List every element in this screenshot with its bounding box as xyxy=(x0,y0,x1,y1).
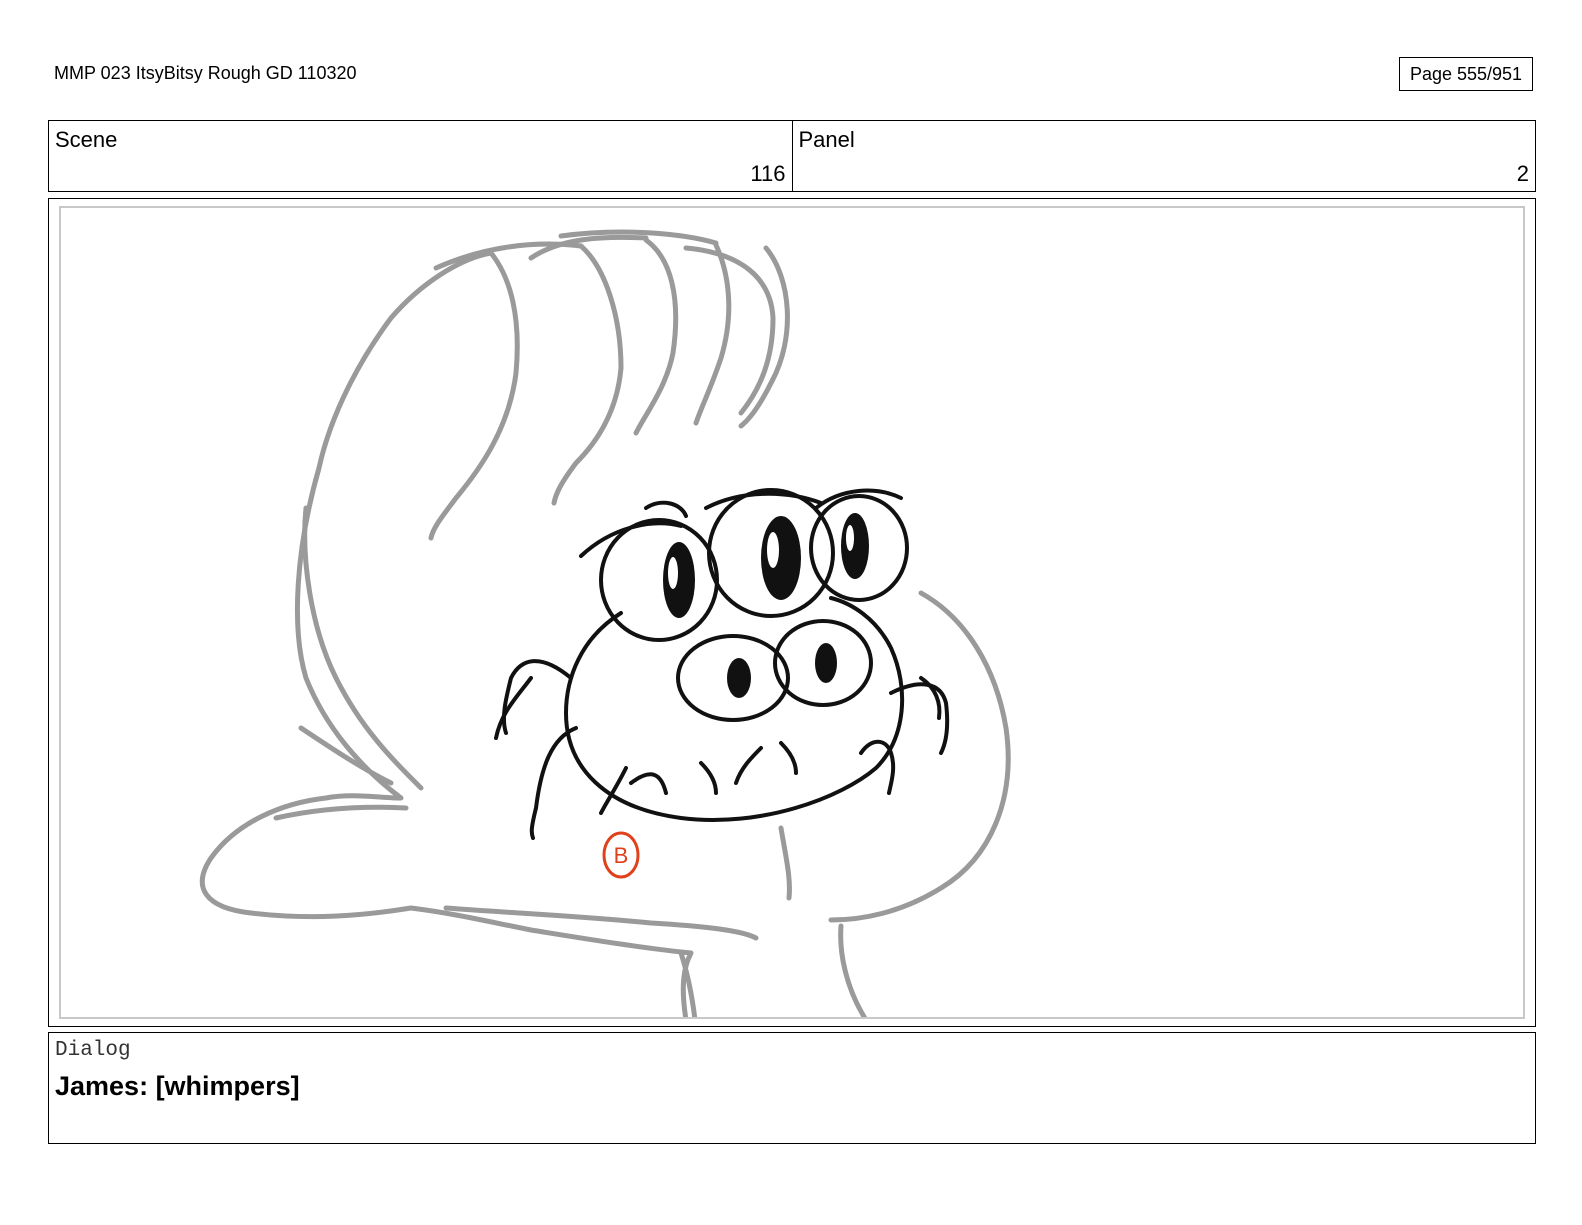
storyboard-panel-image: B xyxy=(59,206,1525,1019)
scene-cell: Scene 116 xyxy=(49,121,792,191)
stamp-letter: B xyxy=(614,843,629,868)
sketch-drawing: B xyxy=(199,229,1011,1017)
dialog-box: Dialog James: [whimpers] xyxy=(48,1032,1536,1144)
panel-number: 2 xyxy=(1516,161,1529,186)
dialog-label: Dialog xyxy=(55,1039,131,1062)
scene-panel-info-row: Scene 116 Panel 2 xyxy=(48,120,1536,192)
panel-label: Panel xyxy=(798,127,855,152)
page-number-box: Page 555/951 xyxy=(1399,57,1533,91)
spider-pupils xyxy=(663,513,869,698)
scene-label: Scene xyxy=(55,127,118,152)
storyboard-frame: B xyxy=(48,198,1536,1027)
stamp-mark: B xyxy=(602,831,640,879)
document-title: MMP 023 ItsyBitsy Rough GD 110320 xyxy=(54,63,357,83)
scene-number: 116 xyxy=(750,161,786,186)
panel-cell: Panel 2 xyxy=(791,121,1536,191)
spider-sketch xyxy=(494,488,950,840)
dialog-text: James: [whimpers] xyxy=(55,1071,300,1101)
